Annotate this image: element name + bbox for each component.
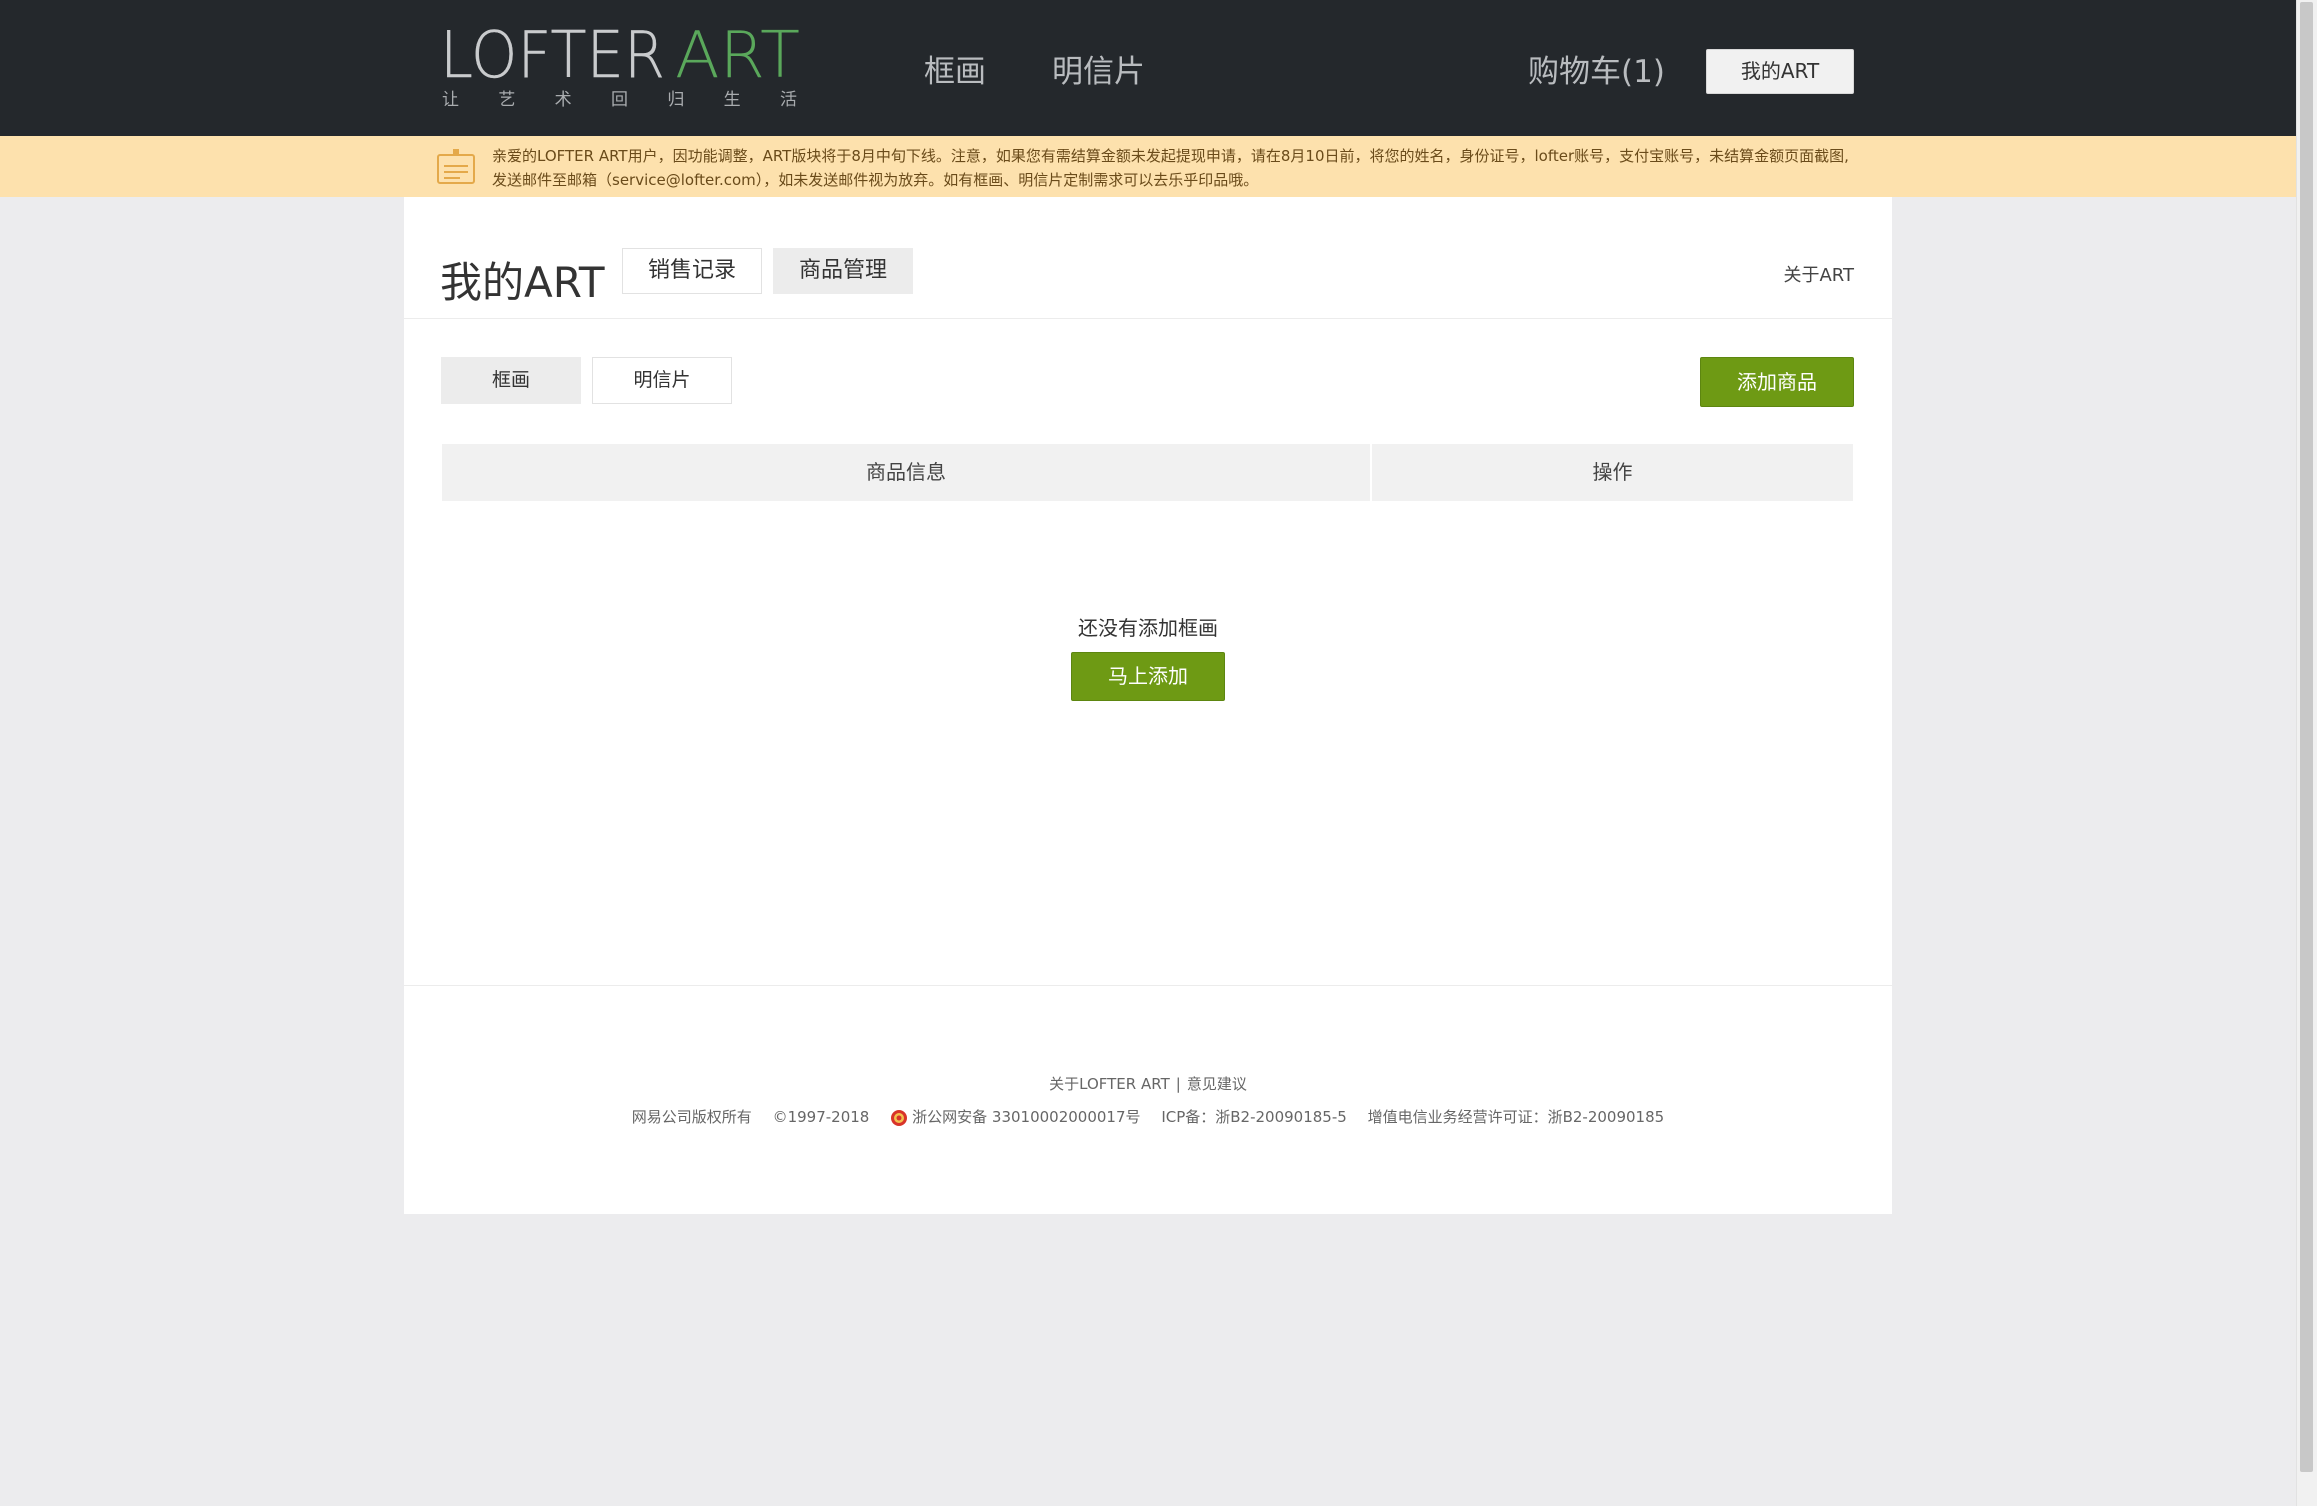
lofter-art-logo[interactable]: LOFTER ART 让 艺 术 回 归 生 活: [440, 22, 802, 112]
subtab-postcard[interactable]: 明信片: [592, 357, 732, 404]
notice-board-icon: [437, 149, 475, 184]
notice-line-1: 亲爱的LOFTER ART用户，因功能调整，ART版块将于8月中旬下线。注意，如…: [492, 147, 1849, 165]
add-goods-button[interactable]: 添加商品: [1700, 357, 1854, 407]
footer-about-link[interactable]: 关于LOFTER ART: [1049, 1073, 1170, 1094]
main-panel: 我的ART 销售记录 商品管理 关于ART 框画 明信片 添加商品 商品信息 操…: [404, 197, 1892, 1214]
about-art-link[interactable]: 关于ART: [1783, 261, 1854, 287]
divider: [404, 318, 1892, 319]
police-badge-icon: [891, 1109, 908, 1126]
footer-license: 增值电信业务经营许可证：浙B2-20090185: [1367, 1108, 1665, 1126]
footer-police-record[interactable]: 浙公网安备 33010002000017号: [890, 1106, 1141, 1127]
footer-police-record-text: 浙公网安备 33010002000017号: [912, 1108, 1141, 1126]
column-header-actions: 操作: [1592, 460, 1633, 484]
notice-text: 亲爱的LOFTER ART用户，因功能调整，ART版块将于8月中旬下线。注意，如…: [492, 144, 1872, 192]
subtab-frame[interactable]: 框画: [441, 357, 581, 404]
logo-word-art: ART: [675, 22, 800, 93]
footer-icp[interactable]: ICP备：浙B2-20090185-5: [1161, 1106, 1347, 1127]
logo-tagline: 让 艺 术 回 归 生 活: [442, 90, 797, 110]
footer-copyright: 网易公司版权所有: [631, 1108, 752, 1126]
add-now-button[interactable]: 马上添加: [1071, 652, 1225, 701]
page-scrollbar[interactable]: [2296, 0, 2317, 1506]
footer-separator: |: [1175, 1075, 1181, 1093]
tab-goods-management[interactable]: 商品管理: [773, 248, 913, 294]
page-title: 我的ART: [440, 258, 605, 307]
column-header-goods-info: 商品信息: [442, 444, 1372, 501]
nav-frame-link[interactable]: 框画: [924, 46, 986, 91]
nav-postcard-link[interactable]: 明信片: [1052, 46, 1145, 91]
tab-sales-records[interactable]: 销售记录: [622, 248, 762, 294]
notice-banner: 亲爱的LOFTER ART用户，因功能调整，ART版块将于8月中旬下线。注意，如…: [0, 136, 2296, 197]
empty-state-message: 还没有添加框画: [1078, 616, 1218, 640]
logo-word-lofter: LOFTER: [440, 22, 665, 93]
top-navbar: LOFTER ART 让 艺 术 回 归 生 活 框画 明信片 购物车(1) 我…: [0, 0, 2296, 136]
scrollbar-thumb[interactable]: [2300, 2, 2313, 1472]
notice-line-2: 发送邮件至邮箱（service@lofter.com），如未发送邮件视为放弃。如…: [492, 171, 1259, 189]
my-art-button[interactable]: 我的ART: [1706, 49, 1854, 94]
footer-years: ©1997-2018: [772, 1107, 870, 1126]
footer-links: 关于LOFTER ART | 意见建议: [404, 1073, 1892, 1094]
divider: [404, 985, 1892, 986]
cart-link[interactable]: 购物车(1): [1528, 46, 1665, 91]
footer-legal: 网易公司版权所有 ©1997-2018 浙公网安备 33010002000017…: [404, 1106, 1892, 1127]
goods-table-header: 商品信息 操作: [442, 444, 1853, 501]
footer-feedback-link[interactable]: 意见建议: [1187, 1073, 1247, 1094]
